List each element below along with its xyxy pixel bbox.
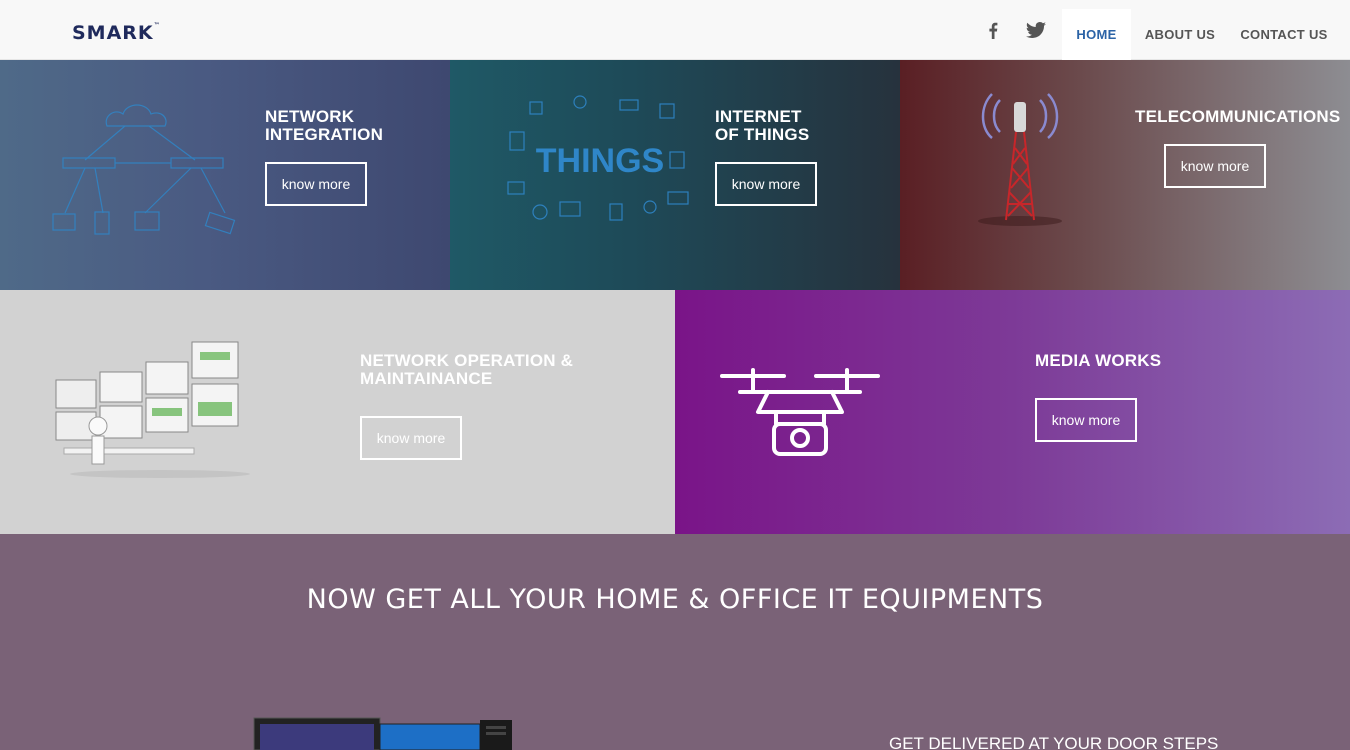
tile-telecommunications: TELECOMMUNICATIONS know more (900, 60, 1350, 290)
tile-title-line: MAINTAINANCE (360, 369, 493, 388)
tile-title-line: OF THINGS (715, 125, 810, 144)
site-logo[interactable]: SMARK™ (72, 22, 161, 44)
know-more-button[interactable]: know more (1035, 398, 1137, 442)
promo-title: NOW GET ALL YOUR HOME & OFFICE IT EQUIPM… (306, 584, 1044, 615)
site-header: SMARK™ HOME ABOUT US CONTACT US (0, 0, 1350, 60)
tile-title-line: TELECOMMUNICATIONS (1135, 107, 1341, 126)
iot-art-text: THINGS (536, 142, 664, 180)
promo-section (0, 534, 1350, 750)
nav-contact-us[interactable]: CONTACT US (1232, 9, 1336, 60)
tile-title-line: INTEGRATION (265, 125, 384, 144)
know-more-button[interactable]: know more (360, 416, 462, 460)
nav-home[interactable]: HOME (1062, 9, 1131, 60)
tile-title-line: INTERNET (715, 107, 802, 126)
twitter-icon[interactable] (1025, 22, 1046, 43)
network-diagram-illustration (52, 104, 236, 235)
tile-media-works: MEDIA WORKS know more (675, 290, 1350, 534)
nav-about-us[interactable]: ABOUT US (1140, 9, 1220, 60)
tile-network-integration: NETWORK INTEGRATION know more (0, 60, 450, 290)
tile-internet-of-things: THINGS INTERNET OF THINGS know more (450, 60, 900, 290)
know-more-button[interactable]: know more (1164, 144, 1266, 188)
tile-network-operation: NETWORK OPERATION & MAINTAINANCE know mo… (0, 290, 675, 534)
control-room-illustration (55, 341, 250, 478)
promo-subtitle: GET DELIVERED AT YOUR DOOR STEPS (889, 734, 1219, 750)
tile-title-line: NETWORK (265, 107, 355, 126)
know-more-button[interactable]: know more (265, 162, 367, 206)
cell-tower-illustration (978, 93, 1062, 226)
know-more-button[interactable]: know more (715, 162, 817, 206)
drone-icon (720, 368, 880, 456)
facebook-icon[interactable] (988, 22, 998, 44)
tile-title-line: NETWORK OPERATION & (360, 351, 574, 370)
iot-illustration: THINGS (507, 95, 689, 221)
computer-products-image (253, 717, 512, 750)
tile-title-line: MEDIA WORKS (1035, 351, 1162, 370)
